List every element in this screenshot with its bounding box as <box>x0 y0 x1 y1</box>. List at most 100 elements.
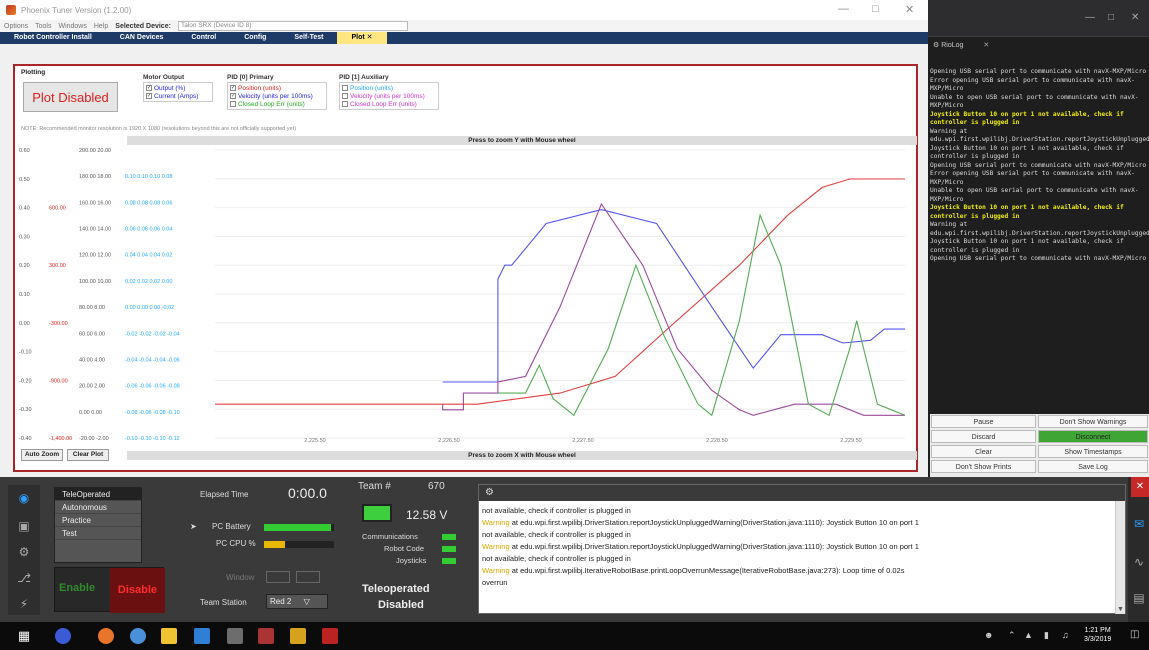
series-line-2 <box>442 202 905 416</box>
menu-options[interactable]: Options <box>4 23 28 30</box>
checkbox-pid0-closed-loop-err[interactable]: Closed Loop Err (units) <box>230 100 324 108</box>
messages-tab-icon[interactable]: ✉ <box>1132 517 1146 531</box>
checkbox-output-percent[interactable]: ✓ Output (%) <box>146 84 210 92</box>
plot-panel: Plotting Plot Disabled Motor Output ✓ Out… <box>13 64 918 472</box>
zoom-x-button[interactable]: Press to zoom X with Mouse wheel <box>127 451 917 460</box>
tab-plot[interactable]: Plot ✕ <box>337 32 387 44</box>
network-icon[interactable]: ▲ <box>1024 630 1033 640</box>
menu-tools[interactable]: Tools <box>35 23 51 30</box>
notifications-icon[interactable]: ◫ <box>1130 629 1139 640</box>
clear-plot-button[interactable]: Clear Plot <box>67 449 109 461</box>
enable-button[interactable]: Enable <box>59 582 95 594</box>
driver-station-taskbar-icon[interactable] <box>227 628 243 644</box>
phoenix-tuner-taskbar-icon[interactable] <box>258 628 274 644</box>
gear-icon[interactable]: ⚙ <box>485 487 494 498</box>
riolog-line: Joystick Button 10 on port 1 not availab… <box>930 204 1124 220</box>
app-icon[interactable] <box>322 628 338 644</box>
close-tab-icon[interactable]: ✕ <box>983 42 989 49</box>
show-timestamps-button[interactable]: Show Timestamps <box>1038 445 1148 458</box>
messages-scrollbar[interactable]: ▼ <box>1115 501 1125 614</box>
tab-can-devices[interactable]: CAN Devices <box>106 32 178 44</box>
steering-wheel-icon[interactable]: ◉ <box>17 491 31 505</box>
menu-windows[interactable]: Windows <box>58 23 86 30</box>
y-tick-label: -900.00 <box>49 378 68 384</box>
save-log-button[interactable]: Save Log <box>1038 460 1148 473</box>
dashboard-icon[interactable] <box>290 628 306 644</box>
y-tick-label: 40.00 4.00 <box>79 357 105 363</box>
close-icon[interactable]: ✕ <box>1131 477 1149 497</box>
mode-teleoperated[interactable]: TeleOperated <box>55 488 141 501</box>
riolog-tab[interactable]: ⚙ RioLog ✕ <box>928 36 1149 54</box>
people-icon[interactable]: ☻ <box>984 630 993 640</box>
diagnostics-icon[interactable]: ▣ <box>17 519 31 533</box>
window-title: Phoenix Tuner Version (1.2.00) <box>21 5 132 15</box>
zoom-y-button[interactable]: Press to zoom Y with Mouse wheel <box>127 136 917 145</box>
plot-chart[interactable]: 0.60 0.50 0.40 0.30 0.20 0.10 0.00 -0.10 -0.20 -0… <box>15 146 916 446</box>
selected-device-dropdown[interactable]: Talon SRX (Device ID 8) <box>177 21 408 31</box>
mode-test[interactable]: Test <box>55 527 141 540</box>
checkbox-pid1-velocity[interactable]: Velocity (units per 100ms) <box>342 92 436 100</box>
message-text: at edu.wpi.first.wpilibj.DriverStation.r… <box>509 518 919 527</box>
auto-zoom-button[interactable]: Auto Zoom <box>21 449 63 461</box>
tab-robot-controller-install[interactable]: Robot Controller Install <box>0 32 106 44</box>
vscode-icon[interactable] <box>194 628 210 644</box>
checkbox-pid0-velocity[interactable]: ✓ Velocity (units per 100ms) <box>230 92 324 100</box>
tab-control[interactable]: Control <box>177 32 230 44</box>
tab-self-test[interactable]: Self-Test <box>280 32 337 44</box>
y-tick-label: 180.00 18.00 <box>79 174 111 180</box>
y-tick-label: 20.00 2.00 <box>79 384 105 390</box>
checkbox-pid1-position[interactable]: Position (units) <box>342 84 436 92</box>
window-docked-button[interactable] <box>266 571 290 583</box>
gear-icon[interactable]: ⚙ <box>17 545 31 559</box>
window-fullscreen-button[interactable] <box>296 571 320 583</box>
y-tick-label: -0.40 <box>19 436 32 442</box>
battery-tray-icon[interactable]: ▮ <box>1044 630 1049 641</box>
dont-show-prints-button[interactable]: Don't Show Prints <box>931 460 1036 473</box>
riolog-line: Opening USB serial port to communicate w… <box>930 255 1147 262</box>
close-icon[interactable]: ✕ <box>905 3 914 16</box>
team-station-select[interactable]: Red 2 ▽ <box>266 594 328 609</box>
mode-practice[interactable]: Practice <box>55 514 141 527</box>
scroll-down-icon[interactable]: ▼ <box>1117 606 1124 613</box>
cortana-icon[interactable] <box>55 628 71 644</box>
menu-help[interactable]: Help <box>94 23 108 30</box>
message-line: overrun <box>482 577 1110 589</box>
tray-chevron-icon[interactable]: ⌃ <box>1008 630 1016 641</box>
riolog-tab-label: RioLog <box>941 42 964 49</box>
message-text: not available, check if controller is pl… <box>482 554 631 563</box>
y-tick-label: 0.02 0.02 0.02 0.00 <box>125 279 172 285</box>
plot-disabled-button[interactable]: Plot Disabled <box>23 82 118 112</box>
usb-icon[interactable]: ⎇ <box>17 571 31 585</box>
clock[interactable]: 1:21 PM 3/3/2019 <box>1084 626 1111 644</box>
close-icon[interactable]: ✕ <box>1131 12 1139 23</box>
pause-button[interactable]: Pause <box>931 415 1036 428</box>
checkbox-pid0-position[interactable]: ✓ Position (units) <box>230 84 324 92</box>
file-explorer-icon[interactable] <box>161 628 177 644</box>
windows-start-icon[interactable]: ▦ <box>16 628 32 644</box>
mode-autonomous[interactable]: Autonomous <box>55 501 141 514</box>
both-tab-icon[interactable]: ▤ <box>1132 591 1146 605</box>
y-tick-label: -0.10 <box>19 350 32 356</box>
checkbox-current-amps[interactable]: ✓ Current (Amps) <box>146 92 210 100</box>
riolog-line: Error opening USB serial port to communi… <box>930 76 1135 93</box>
clear-button[interactable]: Clear <box>931 445 1036 458</box>
y-tick-label: 0.00 <box>19 321 30 327</box>
y-tick-label: 80.00 8.00 <box>79 305 105 311</box>
messages-log[interactable]: not available, check if controller is pl… <box>482 505 1110 589</box>
disconnect-button[interactable]: Disconnect <box>1038 430 1148 443</box>
chrome-icon[interactable] <box>130 628 146 644</box>
power-icon[interactable]: ⚡ <box>17 597 31 611</box>
disable-button[interactable]: Disable <box>110 568 165 613</box>
dont-show-warnings-button[interactable]: Don't Show Warnings <box>1038 415 1148 428</box>
maximize-icon[interactable]: □ <box>872 3 879 15</box>
minimize-icon[interactable]: — <box>838 3 849 15</box>
maximize-icon[interactable]: □ <box>1108 12 1114 23</box>
chart-tab-icon[interactable]: ∿ <box>1132 555 1146 569</box>
riolog-output[interactable]: Opening USB serial port to communicate w… <box>930 68 1149 412</box>
discard-button[interactable]: Discard <box>931 430 1036 443</box>
tab-config[interactable]: Config <box>230 32 280 44</box>
checkbox-pid1-closed-loop-err[interactable]: Closed Loop Err (units) <box>342 100 436 108</box>
firefox-icon[interactable] <box>98 628 114 644</box>
volume-icon[interactable]: ♫ <box>1062 630 1069 640</box>
minimize-icon[interactable]: — <box>1085 12 1095 23</box>
